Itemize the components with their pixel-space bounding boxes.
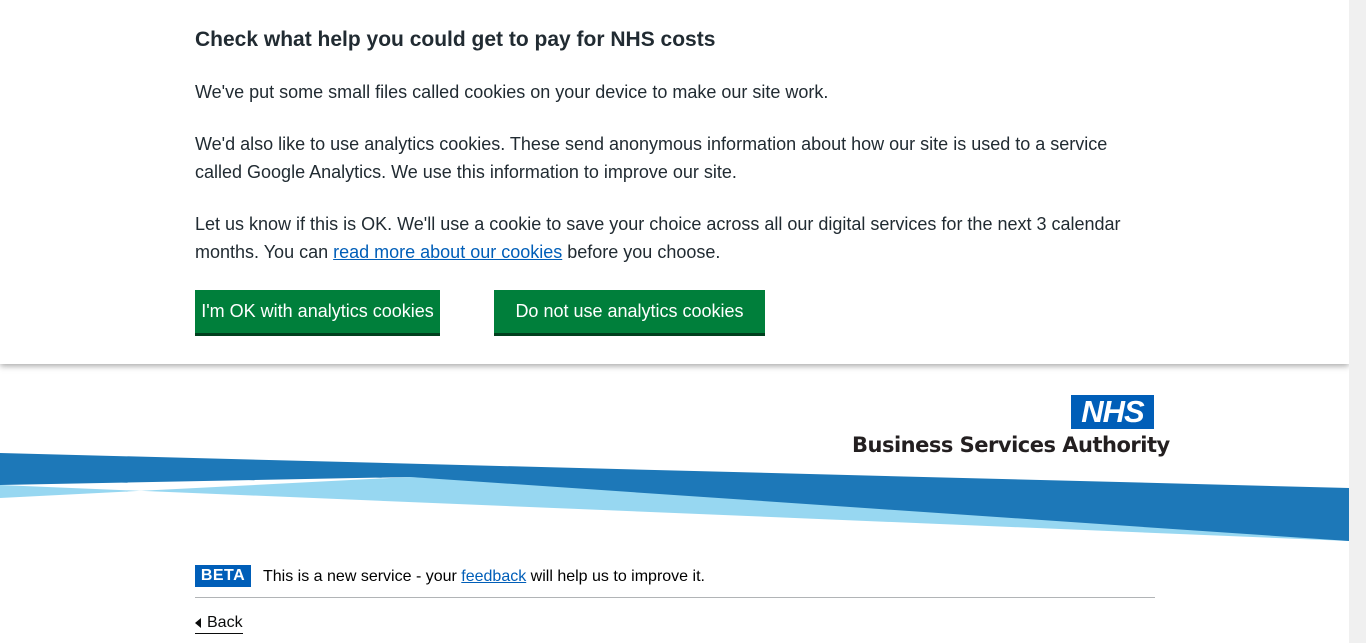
header-swoosh-graphic (0, 453, 1349, 541)
phase-banner-text: This is a new service - your feedback wi… (263, 567, 705, 587)
cookie-paragraph-analytics: We'd also like to use analytics cookies.… (195, 134, 1108, 182)
back-arrow-icon (195, 618, 201, 628)
back-link[interactable]: Back (195, 613, 243, 634)
cookie-consent-text-end: before you choose. (562, 242, 721, 262)
cookie-banner: Check what help you could get to pay for… (0, 0, 1349, 364)
feedback-link[interactable]: feedback (461, 568, 526, 585)
accept-analytics-cookies-button[interactable]: I'm OK with analytics cookies (195, 290, 440, 336)
back-link-label: Back (207, 614, 243, 631)
cookie-paragraph-consent: Let us know if this is OK. We'll use a c… (195, 210, 1125, 266)
phase-banner-divider (195, 597, 1155, 598)
read-more-cookies-link[interactable]: read more about our cookies (333, 242, 562, 262)
nhs-logo[interactable]: NHS (1071, 395, 1154, 429)
page-scrollbar[interactable] (1349, 0, 1366, 643)
reject-analytics-cookies-button[interactable]: Do not use analytics cookies (494, 290, 765, 336)
beta-tag: BETA (195, 565, 251, 587)
phase-text-end: will help us to improve it. (526, 568, 705, 585)
cookie-paragraph-intro: We've put some small files called cookie… (195, 82, 829, 102)
phase-text-start: This is a new service - your (263, 568, 462, 585)
cookie-banner-title: Check what help you could get to pay for… (195, 28, 716, 51)
